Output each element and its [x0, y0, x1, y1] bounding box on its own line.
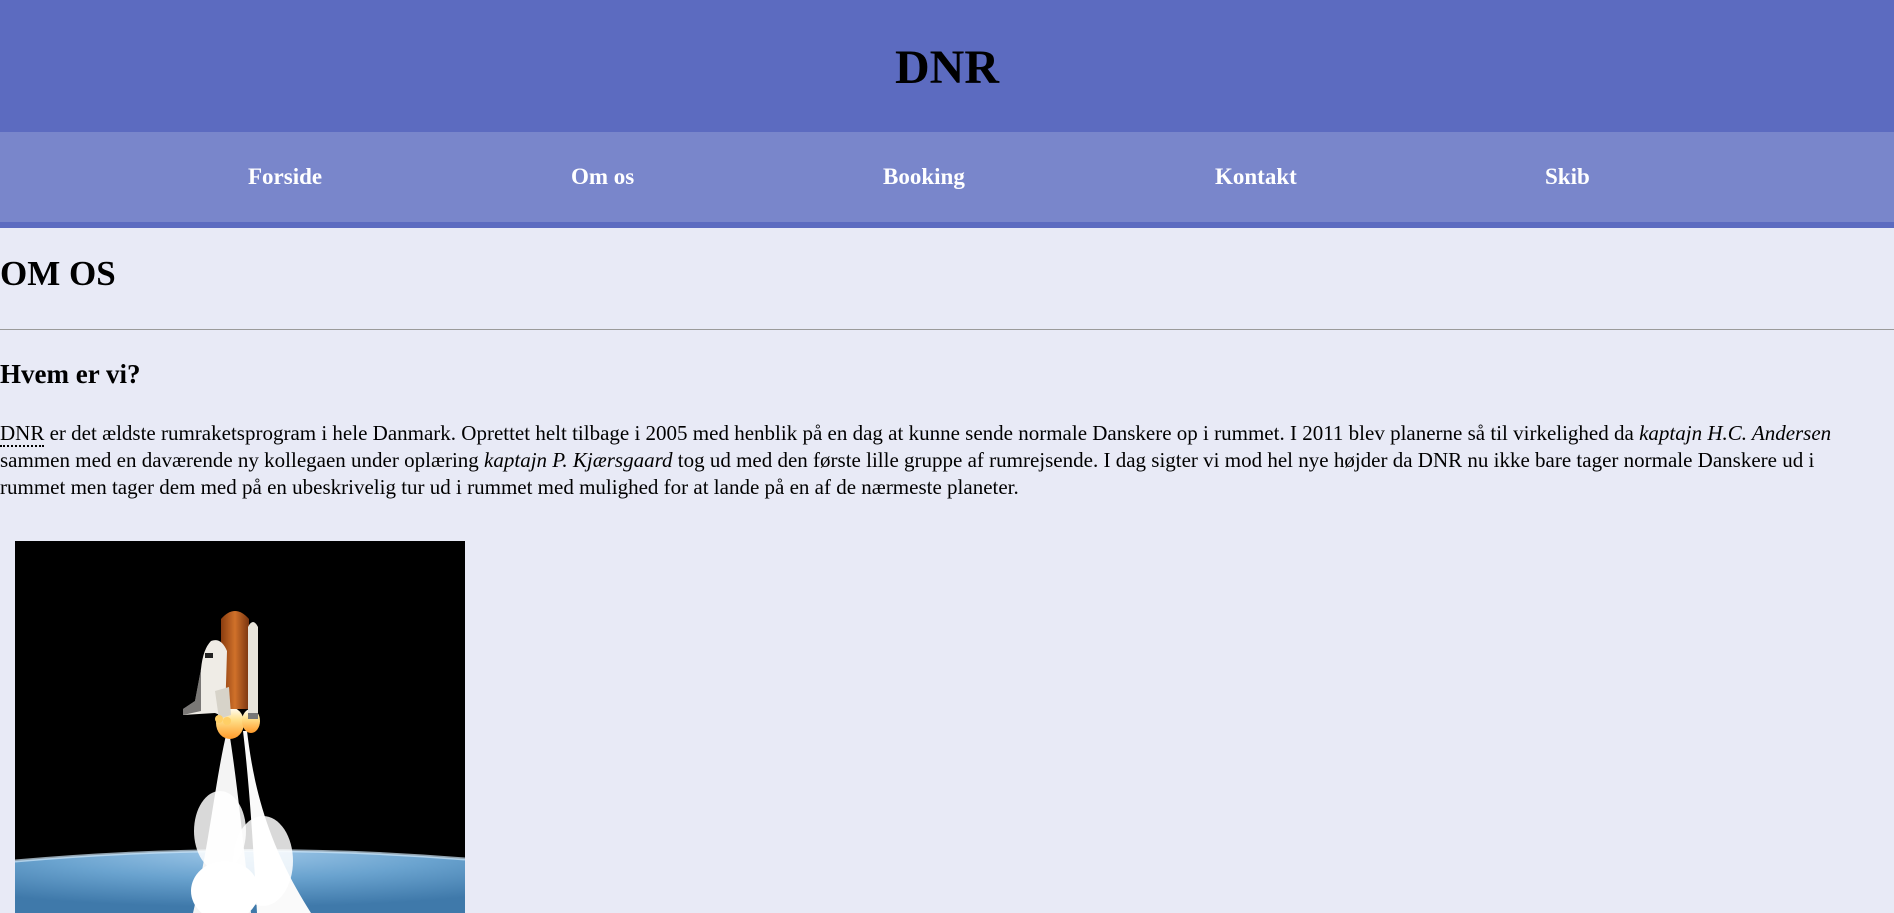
nav-item-skib[interactable]: Skib — [1545, 132, 1590, 222]
intro-text-1: er det ældste rumraketsprogram i hele Da… — [44, 421, 1640, 445]
page-title: OM OS — [0, 254, 116, 293]
intro-paragraph: DNR er det ældste rumraketsprogram i hel… — [0, 420, 1880, 501]
intro-text-2: sammen med en daværende ny kollegaen und… — [0, 448, 485, 472]
nav-item-kontakt[interactable]: Kontakt — [1215, 132, 1297, 222]
main-nav: Forside Om os Booking Kontakt Skib — [0, 132, 1894, 228]
nav-item-booking[interactable]: Booking — [883, 132, 965, 222]
nav-item-forside[interactable]: Forside — [248, 132, 322, 222]
captain-andersen: kaptajn H.C. Andersen — [1639, 421, 1832, 445]
nav-item-om-os[interactable]: Om os — [571, 132, 634, 222]
captain-kjaersgaard: kaptajn P. Kjærsgaard — [484, 448, 673, 472]
site-title: DNR — [895, 41, 999, 94]
dnr-abbreviation: DNR — [0, 421, 45, 447]
site-header: DNR — [0, 0, 1894, 132]
section-heading: Hvem er vi? — [0, 359, 141, 389]
section-divider — [0, 329, 1894, 330]
shuttle-launch-image — [15, 541, 465, 913]
